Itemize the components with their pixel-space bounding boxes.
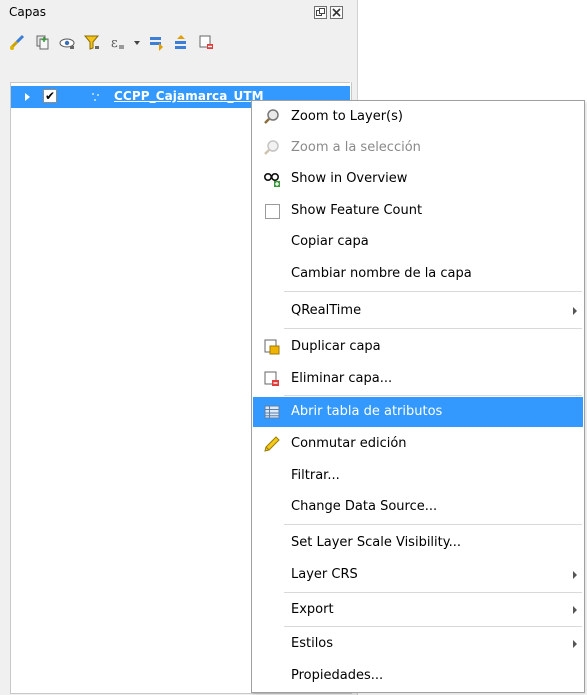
menu-item-filtrar[interactable]: Filtrar... (253, 461, 583, 491)
duplicate-layer-icon (263, 338, 281, 356)
menu-item-eliminar-capa[interactable]: Eliminar capa... (253, 364, 583, 394)
submenu-arrow-icon (573, 571, 577, 579)
menu-item-qrealtime[interactable]: QRealTime (253, 296, 583, 326)
overview-icon (263, 170, 281, 188)
menu-item-conmutar-edicion[interactable]: Conmutar edición (253, 429, 583, 459)
style-brush-icon[interactable] (8, 33, 27, 52)
panel-title: Capas (9, 5, 46, 19)
menu-item-zoom-to-layer[interactable]: Zoom to Layer(s) (253, 102, 583, 132)
zoom-selection-icon (263, 139, 281, 157)
menu-item-layer-crs[interactable]: Layer CRS (253, 560, 583, 590)
expand-arrow-icon[interactable] (25, 93, 30, 101)
menu-item-change-data-source[interactable]: Change Data Source... (253, 492, 583, 522)
menu-item-estilos[interactable]: Estilos (253, 629, 583, 659)
point-layer-icon (92, 93, 99, 101)
layer-context-menu: Zoom to Layer(s) Zoom a la selección Sho… (251, 100, 585, 693)
panel-title-bar: Capas (0, 0, 357, 26)
pencil-icon (263, 435, 281, 453)
dropdown-icon[interactable] (133, 33, 141, 52)
checkbox-icon[interactable] (263, 202, 281, 220)
menu-item-zoom-selection[interactable]: Zoom a la selección (253, 133, 583, 163)
zoom-layer-icon (263, 108, 281, 126)
menu-separator (284, 592, 582, 593)
menu-separator (284, 626, 582, 627)
visibility-eye-icon[interactable] (58, 33, 77, 52)
float-icon[interactable] (314, 6, 327, 19)
svg-text:ε: ε (111, 36, 118, 51)
menu-item-cambiar-nombre[interactable]: Cambiar nombre de la capa (253, 259, 583, 289)
menu-item-copiar-capa[interactable]: Copiar capa (253, 227, 583, 257)
remove-layer-icon (263, 370, 281, 388)
close-icon[interactable] (330, 6, 343, 19)
submenu-arrow-icon (573, 640, 577, 648)
collapse-all-icon[interactable] (172, 33, 191, 52)
add-group-icon[interactable] (33, 33, 52, 52)
expand-all-icon[interactable] (147, 33, 166, 52)
menu-item-export[interactable]: Export (253, 595, 583, 625)
layer-name[interactable]: CCPP_Cajamarca_UTM (114, 89, 264, 103)
menu-separator (284, 524, 582, 525)
submenu-arrow-icon (573, 606, 577, 614)
menu-item-propiedades[interactable]: Propiedades... (253, 661, 583, 691)
menu-item-set-layer-scale-visibility[interactable]: Set Layer Scale Visibility... (253, 528, 583, 558)
menu-item-show-in-overview[interactable]: Show in Overview (253, 164, 583, 194)
remove-layer-icon[interactable] (197, 33, 216, 52)
expression-filter-icon[interactable]: ε (108, 33, 127, 52)
menu-separator (284, 328, 582, 329)
layers-toolbar: ε (8, 30, 216, 54)
layer-tree-border (10, 82, 350, 83)
menu-separator (284, 395, 582, 396)
attribute-table-icon (263, 403, 281, 421)
layer-visibility-checkbox[interactable]: ✔ (43, 89, 57, 103)
menu-item-abrir-tabla-atributos[interactable]: Abrir tabla de atributos (253, 397, 583, 427)
filter-funnel-icon[interactable] (83, 33, 102, 52)
submenu-arrow-icon (573, 307, 577, 315)
panel-title-buttons (314, 6, 343, 19)
menu-separator (284, 291, 582, 292)
menu-item-duplicar-capa[interactable]: Duplicar capa (253, 332, 583, 362)
menu-item-show-feature-count[interactable]: Show Feature Count (253, 196, 583, 226)
